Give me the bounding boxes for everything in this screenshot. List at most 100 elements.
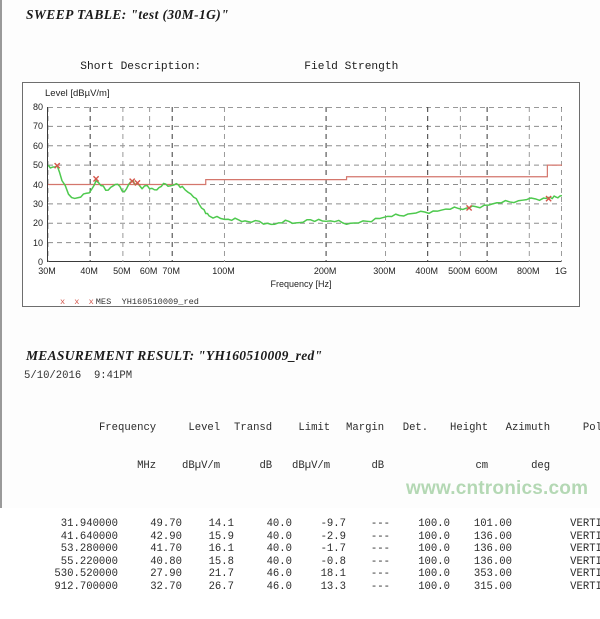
short-description-value: Field Strength <box>304 61 398 74</box>
legend-series-label: MES <box>96 297 111 307</box>
cell-azimuth: 315.00 <box>450 581 512 594</box>
th-level-unit: dBµV/m <box>156 460 220 473</box>
cell-polarization: VERTICAL <box>512 581 600 594</box>
cell-azimuth: 353.00 <box>450 568 512 581</box>
cell-limit: 46.0 <box>234 568 292 581</box>
th-limit-unit: dBµV/m <box>272 460 330 473</box>
cell-level: 41.70 <box>118 543 182 556</box>
cell-polarization: VERTICAL <box>512 556 600 569</box>
measurement-result-table: FrequencyLevelTransdLimitMarginDet.Heigh… <box>24 384 600 619</box>
th-frequency-unit: MHz <box>62 460 156 473</box>
y-tick-label: 40 <box>23 180 43 190</box>
spectrum-chart: Level [dBµV/m] 01020304050607080 30M40M5… <box>22 82 580 307</box>
cell-frequency: 31.940000 <box>24 518 118 531</box>
cell-frequency: 53.280000 <box>24 543 118 556</box>
table-header-row-2: MHzdBµV/mdBdBµV/mdBcmdeg <box>24 447 600 460</box>
cell-level: 27.90 <box>118 568 182 581</box>
cell-azimuth: 136.00 <box>450 556 512 569</box>
cell-frequency: 530.520000 <box>24 568 118 581</box>
y-tick-label: 80 <box>23 102 43 112</box>
cell-level: 49.70 <box>118 518 182 531</box>
cell-det: --- <box>346 568 390 581</box>
y-tick-label: 70 <box>23 121 43 131</box>
cell-margin: -2.9 <box>292 531 346 544</box>
x-tick-label: 300M <box>373 266 396 276</box>
cell-height: 100.0 <box>390 581 450 594</box>
th-height: Height <box>428 422 488 435</box>
cell-limit: 40.0 <box>234 556 292 569</box>
cell-polarization: VERTICAL <box>512 531 600 544</box>
th-level: Level <box>156 422 220 435</box>
x-tick-label: 1G <box>555 266 567 276</box>
cell-frequency: 55.220000 <box>24 556 118 569</box>
cell-transd: 26.7 <box>182 581 234 594</box>
plot-area <box>47 107 561 262</box>
x-tick-label: 400M <box>415 266 438 276</box>
sweep-short-description-row: Short Description:Field Strength <box>40 48 556 61</box>
chart-legend: x x xMES YH160510009_red <box>29 287 199 317</box>
x-tick-label: 200M <box>314 266 337 276</box>
plot-svg <box>48 107 562 262</box>
cell-margin: -9.7 <box>292 518 346 531</box>
th-transd: Transd <box>220 422 272 435</box>
measurement-timestamp: 5/10/2016 9:41PM <box>24 370 132 382</box>
table-row: 31.94000049.7014.140.0-9.7---100.0101.00… <box>24 518 600 531</box>
cell-polarization: VERTICAL <box>512 543 600 556</box>
x-tick-label: 500M <box>448 266 471 276</box>
cell-height: 100.0 <box>390 568 450 581</box>
x-tick-label: 800M <box>517 266 540 276</box>
cell-limit: 40.0 <box>234 531 292 544</box>
x-tick-label: 100M <box>212 266 235 276</box>
th-height-unit: cm <box>428 460 488 473</box>
cell-height: 100.0 <box>390 518 450 531</box>
cell-transd: 15.9 <box>182 531 234 544</box>
cell-frequency: 912.700000 <box>24 581 118 594</box>
cell-limit: 46.0 <box>234 581 292 594</box>
th-det: Det. <box>384 422 428 435</box>
cell-height: 100.0 <box>390 531 450 544</box>
th-margin: Margin <box>330 422 384 435</box>
cell-azimuth: 136.00 <box>450 543 512 556</box>
cell-limit: 40.0 <box>234 543 292 556</box>
cell-azimuth: 136.00 <box>450 531 512 544</box>
cell-det: --- <box>346 581 390 594</box>
y-tick-label: 50 <box>23 160 43 170</box>
cell-level: 42.90 <box>118 531 182 544</box>
measurement-date: 5/10/2016 <box>24 370 81 382</box>
cell-level: 40.80 <box>118 556 182 569</box>
cell-transd: 21.7 <box>182 568 234 581</box>
measurement-time: 9:41PM <box>94 370 132 382</box>
x-tick-label: 600M <box>475 266 498 276</box>
legend-series-name: YH160510009_red <box>122 297 199 307</box>
table-row: 53.28000041.7016.140.0-1.7---100.0136.00… <box>24 543 600 556</box>
th-azimuth-unit: deg <box>488 460 550 473</box>
short-description-label: Short Description: <box>80 61 156 74</box>
th-azimuth: Azimuth <box>488 422 550 435</box>
cell-transd: 15.8 <box>182 556 234 569</box>
cell-det: --- <box>346 556 390 569</box>
cell-level: 32.70 <box>118 581 182 594</box>
cell-det: --- <box>346 531 390 544</box>
table-row: 41.64000042.9015.940.0-2.9---100.0136.00… <box>24 531 600 544</box>
cell-azimuth: 101.00 <box>450 518 512 531</box>
report-page: SWEEP TABLE: "test (30M-1G)" Short Descr… <box>0 0 600 508</box>
x-tick-label: 40M <box>80 266 98 276</box>
th-limit: Limit <box>272 422 330 435</box>
cell-margin: 18.1 <box>292 568 346 581</box>
th-frequency: Frequency <box>62 422 156 435</box>
cell-det: --- <box>346 543 390 556</box>
measurement-result-title: MEASUREMENT RESULT: "YH160510009_red" <box>26 348 322 364</box>
cell-transd: 16.1 <box>182 543 234 556</box>
legend-marker-icon: x x x <box>60 297 96 307</box>
x-tick-label: 70M <box>162 266 180 276</box>
y-tick-label: 60 <box>23 141 43 151</box>
cell-frequency: 41.640000 <box>24 531 118 544</box>
cell-margin: -0.8 <box>292 556 346 569</box>
cell-margin: 13.3 <box>292 581 346 594</box>
cell-det: --- <box>346 518 390 531</box>
cell-margin: -1.7 <box>292 543 346 556</box>
y-axis-title: Level [dBµV/m] <box>45 88 110 99</box>
cell-polarization: VERTICAL <box>512 568 600 581</box>
y-tick-label: 20 <box>23 218 43 228</box>
table-header-row-1: FrequencyLevelTransdLimitMarginDet.Heigh… <box>24 409 600 422</box>
